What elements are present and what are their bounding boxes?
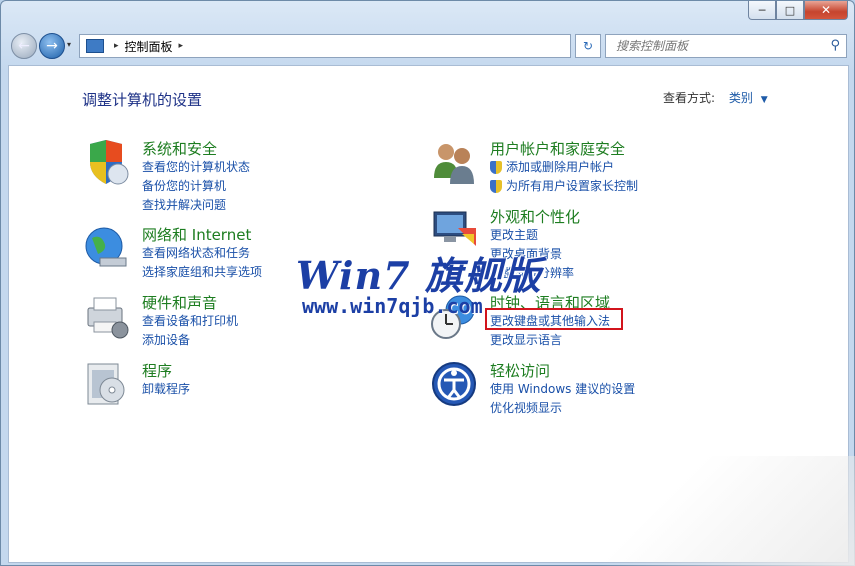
category-title[interactable]: 外观和个性化 bbox=[490, 206, 580, 227]
search-input[interactable] bbox=[614, 38, 818, 54]
link-view-computer-status[interactable]: 查看您的计算机状态 bbox=[142, 158, 250, 177]
control-panel-icon bbox=[86, 39, 104, 53]
category-title[interactable]: 用户帐户和家庭安全 bbox=[490, 138, 625, 159]
caption-buttons: ─ □ ✕ bbox=[748, 1, 848, 20]
back-button[interactable]: ← bbox=[11, 33, 37, 59]
link-add-device[interactable]: 添加设备 bbox=[142, 331, 238, 350]
category-title[interactable]: 网络和 Internet bbox=[142, 224, 251, 245]
link-uninstall-program[interactable]: 卸载程序 bbox=[142, 380, 190, 399]
category-title[interactable]: 硬件和声音 bbox=[142, 292, 217, 313]
link-devices-printers[interactable]: 查看设备和打印机 bbox=[142, 312, 238, 331]
link-troubleshoot[interactable]: 查找并解决问题 bbox=[142, 196, 250, 215]
shield-icon[interactable] bbox=[82, 138, 130, 186]
link-add-remove-accounts[interactable]: 添加或删除用户帐户 bbox=[490, 158, 638, 177]
link-windows-recommended-settings[interactable]: 使用 Windows 建议的设置 bbox=[490, 380, 635, 399]
breadcrumb-separator-icon[interactable]: ▸ bbox=[179, 41, 184, 51]
link-parental-controls[interactable]: 为所有用户设置家长控制 bbox=[490, 177, 638, 196]
link-homegroup-sharing[interactable]: 选择家庭组和共享选项 bbox=[142, 263, 262, 282]
category-title[interactable]: 程序 bbox=[142, 360, 172, 381]
link-change-theme[interactable]: 更改主题 bbox=[490, 226, 574, 245]
refresh-button[interactable]: ↻ bbox=[575, 34, 601, 58]
chevron-down-icon[interactable]: ▼ bbox=[761, 95, 768, 105]
close-button[interactable]: ✕ bbox=[804, 1, 848, 20]
search-box[interactable]: ⚲ bbox=[605, 34, 847, 58]
ease-of-access-icon[interactable] bbox=[430, 360, 478, 408]
highlight-box bbox=[485, 308, 623, 330]
link-backup-computer[interactable]: 备份您的计算机 bbox=[142, 177, 250, 196]
navigation-bar: ← → ▾ ▸ 控制面板 ▸ ▾ ↻ ⚲ bbox=[1, 31, 854, 63]
forward-arrow-icon: → bbox=[46, 38, 58, 54]
uac-shield-icon bbox=[490, 180, 502, 193]
maximize-button[interactable]: □ bbox=[776, 1, 804, 20]
category-title[interactable]: 轻松访问 bbox=[490, 360, 550, 381]
view-by-control: 查看方式: 类别 ▼ bbox=[663, 89, 768, 106]
address-bar[interactable]: ▸ 控制面板 ▸ ▾ bbox=[79, 34, 641, 58]
programs-icon[interactable] bbox=[82, 360, 130, 408]
back-arrow-icon: ← bbox=[18, 38, 30, 54]
view-by-label: 查看方式: bbox=[663, 91, 716, 105]
globe-network-icon[interactable] bbox=[82, 224, 130, 272]
link-optimize-video-display[interactable]: 优化视频显示 bbox=[490, 399, 635, 418]
page-title: 调整计算机的设置 bbox=[82, 91, 203, 109]
watermark-logo: Win7 旗舰版 bbox=[296, 253, 542, 298]
link-change-display-language[interactable]: 更改显示语言 bbox=[490, 331, 610, 350]
forward-button[interactable]: → bbox=[39, 33, 65, 59]
recent-pages-dropdown[interactable]: ▾ bbox=[67, 40, 71, 49]
category-title[interactable]: 系统和安全 bbox=[142, 138, 217, 159]
uac-shield-icon bbox=[490, 161, 502, 174]
refresh-icon: ↻ bbox=[582, 39, 594, 53]
search-icon[interactable]: ⚲ bbox=[830, 38, 840, 53]
breadcrumb-control-panel[interactable]: 控制面板 bbox=[125, 38, 173, 55]
breadcrumb-separator-icon[interactable]: ▸ bbox=[114, 41, 119, 51]
printer-icon[interactable] bbox=[82, 292, 130, 340]
view-by-dropdown[interactable]: 类别 bbox=[729, 91, 753, 105]
minimize-button[interactable]: ─ bbox=[748, 1, 776, 20]
link-view-network-status[interactable]: 查看网络状态和任务 bbox=[142, 244, 262, 263]
users-icon[interactable] bbox=[430, 138, 478, 186]
watermark-url: www.win7qjb.com bbox=[302, 294, 483, 318]
